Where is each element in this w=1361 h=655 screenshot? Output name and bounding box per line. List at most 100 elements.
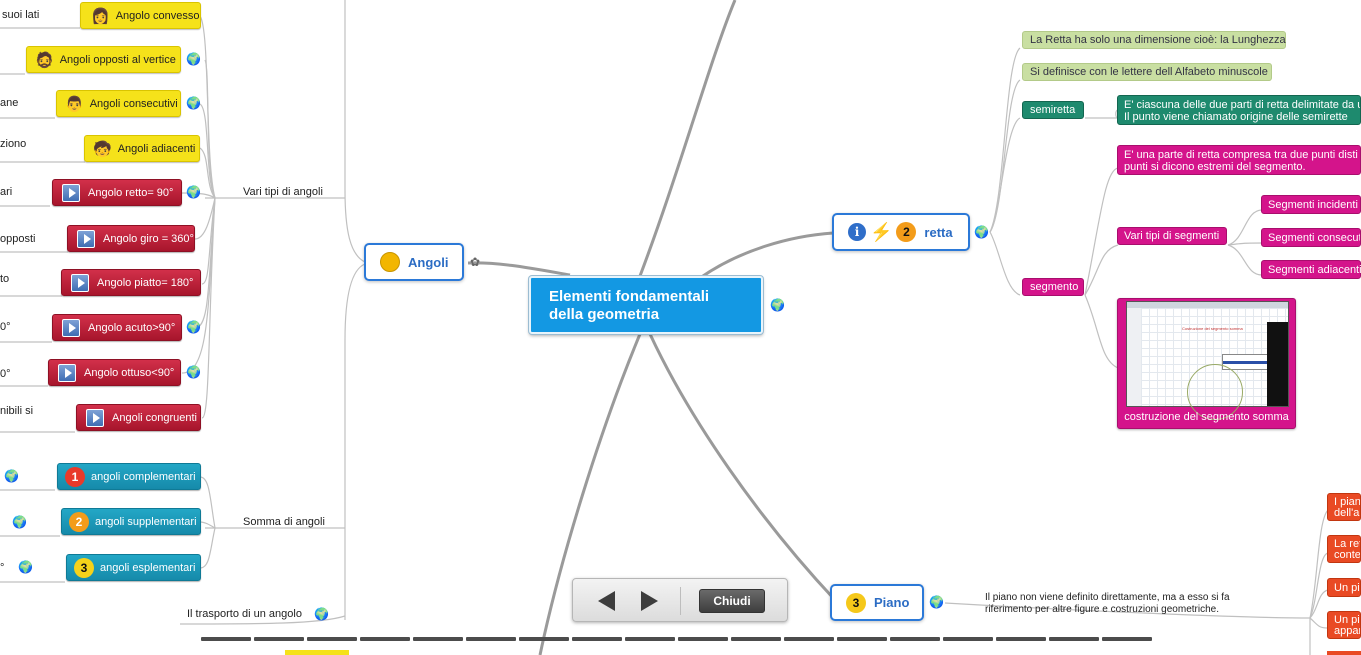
globe-icon[interactable]: 🌍	[18, 561, 33, 573]
arrow-right-icon	[641, 591, 658, 611]
play-icon	[62, 183, 80, 202]
node-angolo-piatto[interactable]: Angolo piatto= 180°	[61, 269, 201, 296]
node-angoli-opposti[interactable]: 🧔 Angoli opposti al vertice	[26, 46, 181, 73]
fragment-text: suoi lati	[2, 9, 40, 21]
play-icon	[62, 318, 80, 337]
globe-icon[interactable]: 🌍	[929, 596, 944, 608]
globe-icon[interactable]: 🌍	[770, 299, 785, 311]
retta-definizione-1[interactable]: La Retta ha solo una dimensione cioè: la…	[1022, 31, 1286, 49]
piano-node-3[interactable]: Un pia	[1327, 578, 1361, 597]
topic-angoli[interactable]: Angoli	[364, 243, 464, 281]
node-vari-tipi-segmenti[interactable]: Vari tipi di segmenti	[1117, 227, 1227, 245]
next-button[interactable]	[637, 589, 661, 613]
globe-icon[interactable]: 🌍	[186, 186, 201, 198]
fragment-text: ziono	[0, 138, 27, 150]
central-topic[interactable]: Elementi fondamentali della geometria	[529, 276, 763, 334]
fragment-text: ane	[0, 97, 19, 109]
node-label: Angoli opposti al vertice	[59, 53, 176, 66]
globe-icon[interactable]: 🌍	[186, 366, 201, 378]
node-angolo-convesso[interactable]: 👩 Angolo convesso	[80, 2, 201, 29]
number-two-icon: 2	[69, 511, 89, 532]
progress-segment[interactable]	[360, 637, 410, 641]
image-node-segmento-somma[interactable]: Costruzione del segmento somma costruzio…	[1117, 298, 1296, 429]
progress-segment[interactable]	[996, 637, 1046, 641]
progress-segment[interactable]	[784, 637, 834, 641]
progress-segment[interactable]	[201, 637, 251, 641]
progress-segment[interactable]	[413, 637, 463, 641]
play-icon	[71, 273, 89, 292]
flower-icon[interactable]: ✿	[470, 256, 480, 268]
node-angolo-retto[interactable]: Angolo retto= 90°	[52, 179, 182, 206]
topic-piano[interactable]: 3 Piano	[830, 584, 924, 621]
note-icon	[380, 252, 400, 272]
piano-descrizione: Il piano non viene definito direttamente…	[985, 592, 1230, 616]
globe-icon[interactable]: 🌍	[974, 226, 989, 238]
fragment-text: 0°	[0, 321, 11, 333]
globe-icon[interactable]: 🌍	[314, 608, 329, 620]
central-topic-line1: Elementi fondamentali	[549, 288, 710, 305]
group-somma-angoli: Somma di angoli	[243, 516, 325, 528]
previous-button[interactable]	[595, 589, 619, 613]
segmento-descrizione[interactable]: E' una parte di retta compresa tra due p…	[1117, 145, 1361, 175]
progress-segment[interactable]	[625, 637, 675, 641]
globe-icon[interactable]: 🌍	[12, 516, 27, 528]
progress-segment[interactable]	[1049, 637, 1099, 641]
cutoff-yellow-node[interactable]	[285, 650, 349, 655]
node-angoli-esplementari[interactable]: 3 angoli esplementari	[66, 554, 201, 581]
progress-segment[interactable]	[1102, 637, 1152, 641]
node-angoli-complementari[interactable]: 1 angoli complementari	[57, 463, 201, 490]
node-segmenti-incidenti[interactable]: Segmenti incidenti	[1261, 195, 1361, 214]
progress-segment[interactable]	[519, 637, 569, 641]
globe-icon[interactable]: 🌍	[186, 97, 201, 109]
globe-icon[interactable]: 🌍	[4, 470, 19, 482]
piano-node-1[interactable]: I pian dell'al	[1327, 493, 1361, 521]
progress-segment[interactable]	[837, 637, 887, 641]
node-label: E' ciascuna delle due parti di retta del…	[1124, 99, 1360, 111]
node-segmenti-consecutivi[interactable]: Segmenti consecuti	[1261, 228, 1361, 247]
node-angoli-congruenti[interactable]: Angoli congruenti	[76, 404, 201, 431]
thumbnail-sidebar	[1127, 308, 1142, 406]
progress-segment[interactable]	[307, 637, 357, 641]
node-segmenti-adiacenti[interactable]: Segmenti adiacenti	[1261, 260, 1361, 279]
progress-segment[interactable]	[890, 637, 940, 641]
play-icon	[86, 408, 104, 427]
node-angoli-consecutivi[interactable]: 👨 Angoli consecutivi	[56, 90, 181, 117]
progress-segment[interactable]	[943, 637, 993, 641]
node-label: angoli esplementari	[100, 561, 196, 574]
topic-retta[interactable]: i ⚡ 2 retta	[832, 213, 970, 251]
piano-node-2[interactable]: La ret conte	[1327, 535, 1361, 563]
presentation-navbar: Chiudi	[572, 578, 788, 622]
node-label: Segmenti adiacenti	[1268, 263, 1361, 276]
node-label: segmento	[1030, 281, 1079, 293]
node-label: dell'al	[1334, 507, 1361, 519]
node-label: angoli complementari	[91, 470, 196, 483]
progress-segment[interactable]	[731, 637, 781, 641]
progress-segment[interactable]	[466, 637, 516, 641]
thumbnail-panel	[1267, 322, 1288, 406]
node-angoli-supplementari[interactable]: 2 angoli supplementari	[61, 508, 201, 535]
progress-segment[interactable]	[572, 637, 622, 641]
progress-segment[interactable]	[678, 637, 728, 641]
node-semiretta[interactable]: semiretta	[1022, 101, 1084, 119]
thumbnail-title: Costruzione del segmento somma	[1182, 326, 1243, 331]
topic-angoli-label: Angoli	[408, 254, 449, 270]
node-angolo-ottuso[interactable]: Angolo ottuso<90°	[48, 359, 181, 386]
piano-desc-line: Il piano non viene definito direttamente…	[985, 592, 1230, 603]
retta-definizione-2[interactable]: Si definisce con le lettere dell Alfabet…	[1022, 63, 1272, 81]
node-segmento[interactable]: segmento	[1022, 278, 1084, 296]
node-label: Angolo retto= 90°	[88, 186, 174, 199]
globe-icon[interactable]: 🌍	[186, 53, 201, 65]
globe-icon[interactable]: 🌍	[186, 321, 201, 333]
info-icon: i	[848, 223, 866, 241]
close-button[interactable]: Chiudi	[699, 589, 765, 613]
piano-node-5[interactable]	[1327, 651, 1361, 655]
node-angoli-adiacenti[interactable]: 🧒 Angoli adiacenti	[84, 135, 200, 162]
progress-segment[interactable]	[254, 637, 304, 641]
node-label: Angolo piatto= 180°	[97, 276, 194, 289]
semiretta-descrizione[interactable]: E' ciascuna delle due parti di retta del…	[1117, 95, 1361, 125]
lightning-icon: ⚡	[870, 221, 893, 242]
node-angolo-giro[interactable]: Angolo giro = 360°	[67, 225, 195, 252]
node-angolo-acuto[interactable]: Angolo acuto>90°	[52, 314, 182, 341]
node-label: Angolo convesso	[115, 9, 200, 22]
piano-node-4[interactable]: Un pia appar	[1327, 611, 1361, 639]
